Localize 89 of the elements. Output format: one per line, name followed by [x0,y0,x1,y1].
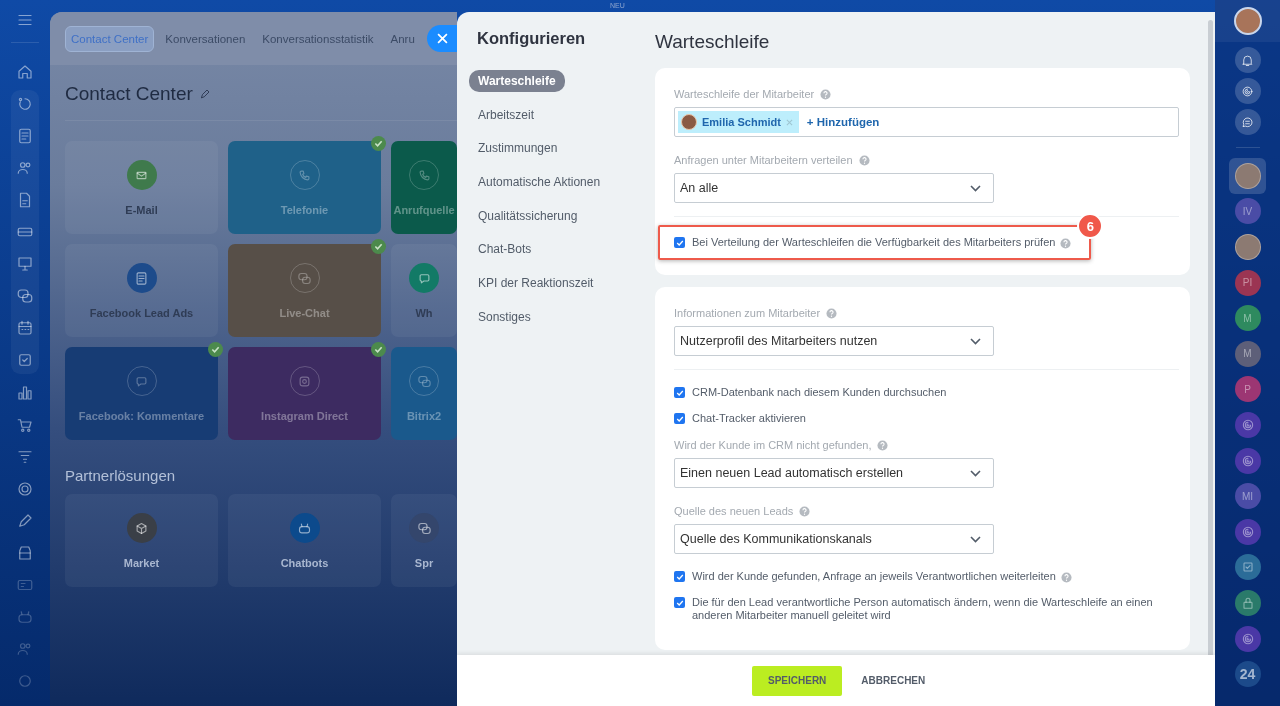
calendar-icon[interactable] [16,319,34,337]
close-button[interactable] [427,25,457,52]
chat-icon [1240,114,1255,130]
dropdown[interactable]: Quelle des Kommunikationskanals [674,524,994,554]
tab[interactable]: Anru [384,25,421,52]
avatar [1234,234,1261,260]
partner-tile[interactable]: Spr [391,494,457,587]
dropdown[interactable]: Nutzerprofil des Mitarbeiters nutzen [674,326,994,356]
checkbox-label: Bei Verteilung der Warteschleifen die Verfügbarkeit des Mitarbeiters prüfen [692,236,1056,249]
partner-tile[interactable]: Market [65,494,218,587]
refresh-icon[interactable] [16,95,34,113]
user-avatar[interactable] [1233,7,1262,35]
dropdown[interactable]: An alle [674,173,994,203]
close-icon [437,33,448,44]
help-icon[interactable] [826,307,838,319]
target-icon[interactable] [16,480,34,498]
channel-tile[interactable]: Instagram Direct [228,347,381,440]
chat-item[interactable] [1229,158,1266,194]
checkbox-label: Wird der Kunde gefunden, Anfrage an jeweils Verantwortlichen weiterleiten [692,570,1056,583]
field-label: Anfragen unter Mitarbeitern verteilen [674,154,853,166]
presentation-icon[interactable] [16,255,34,273]
tab[interactable]: Konversationsstatistik [256,25,380,52]
channel-tile[interactable]: E-Mail [65,141,218,234]
checkbox-label: Chat-Tracker aktivieren [692,412,806,425]
chevron-icon [970,535,981,543]
field-label: Wird der Kunde im CRM nicht gefunden, [674,439,872,451]
bar-chart-icon[interactable] [16,384,34,402]
circle-icon[interactable] [16,672,34,690]
nav-item[interactable]: Zustimmungen [469,137,567,160]
document-icon[interactable] [16,127,34,145]
help-icon[interactable] [877,439,889,451]
add-link[interactable]: + Hinzufügen [806,116,880,128]
channels-button[interactable] [1234,78,1261,104]
help-icon[interactable] [858,154,870,166]
shop-icon[interactable] [16,544,34,562]
notifications-button[interactable] [1234,47,1261,73]
checkbox[interactable] [674,571,685,582]
checkbox[interactable] [674,597,685,608]
scrollbar[interactable] [1208,20,1213,655]
channel-tile[interactable]: Facebook: Kommentare [65,347,218,440]
nav-item[interactable]: Warteschleife [469,70,565,92]
chat-button[interactable] [1234,109,1261,135]
page-title: Contact Center [65,83,193,105]
checkbox[interactable] [674,387,685,398]
nav-item[interactable]: KPI der Reaktionszeit [469,272,603,295]
section-title: Partnerlösungen [65,467,177,484]
nav-item[interactable]: Chat-Bots [469,238,541,261]
swirl-icon [1240,83,1255,99]
employee-tag[interactable]: Emilia Schmidt [678,111,799,133]
panel-title: Konfigurieren [477,29,587,48]
help-icon[interactable] [1060,572,1072,583]
avatar [1234,162,1261,189]
chevron-icon [970,469,981,477]
chat-icon[interactable] [16,287,34,305]
pencil-icon[interactable] [16,512,34,530]
help-icon[interactable] [820,88,832,100]
checkbox-label: CRM-Datenbank nach diesem Kunden durchsuchen [692,386,947,399]
robot-icon[interactable] [16,608,34,626]
chevron-icon [970,184,981,192]
help-icon[interactable] [799,505,811,517]
nav-item[interactable]: Sonstiges [469,305,540,328]
chevron-icon [970,337,981,345]
channel-tile[interactable]: Anrufquelle [391,141,457,234]
tab[interactable]: Konversationen [159,25,252,52]
field-label: Informationen zum Mitarbeiter [674,307,821,319]
channel-tile[interactable]: Telefonie [228,141,381,234]
dropdown[interactable]: Einen neuen Lead automatisch erstellen [674,458,994,488]
checkbox-label: Die für den Lead verantwortliche Person automatisch ändern, wenn die Warteschleife an einen anderen Mitarbeiter manuell geleitet wird [692,596,1154,622]
checkbox[interactable] [674,237,685,248]
funnel-icon[interactable] [16,448,34,466]
save-button[interactable]: SPEICHERN [752,665,843,696]
checkbox-icon[interactable] [16,351,34,369]
checkbox[interactable] [674,413,685,424]
nav-item[interactable]: Automatische Aktionen [469,171,610,194]
nav-item[interactable]: Qualitätssicherung [469,204,587,227]
section-title: Warteschleife [655,31,771,53]
channel-tile[interactable]: Bitrix2 [391,347,457,440]
cart-icon[interactable] [16,416,34,434]
cancel-button[interactable]: ABBRECHEN [855,674,932,687]
nav-item[interactable]: Arbeitszeit [469,103,544,126]
avatar [681,114,697,130]
employee-field[interactable]: Emilia Schmidt + Hinzufügen [674,107,1179,137]
field-label: Warteschleife der Mitarbeiter [674,88,815,100]
home-icon[interactable] [16,63,34,81]
field-label: Quelle des neuen Leads [674,505,794,517]
step-badge: 6 [1077,213,1104,239]
partner-tile[interactable]: Chatbots [228,494,381,587]
help-icon[interactable] [1060,238,1072,249]
bell-icon [1240,52,1255,68]
